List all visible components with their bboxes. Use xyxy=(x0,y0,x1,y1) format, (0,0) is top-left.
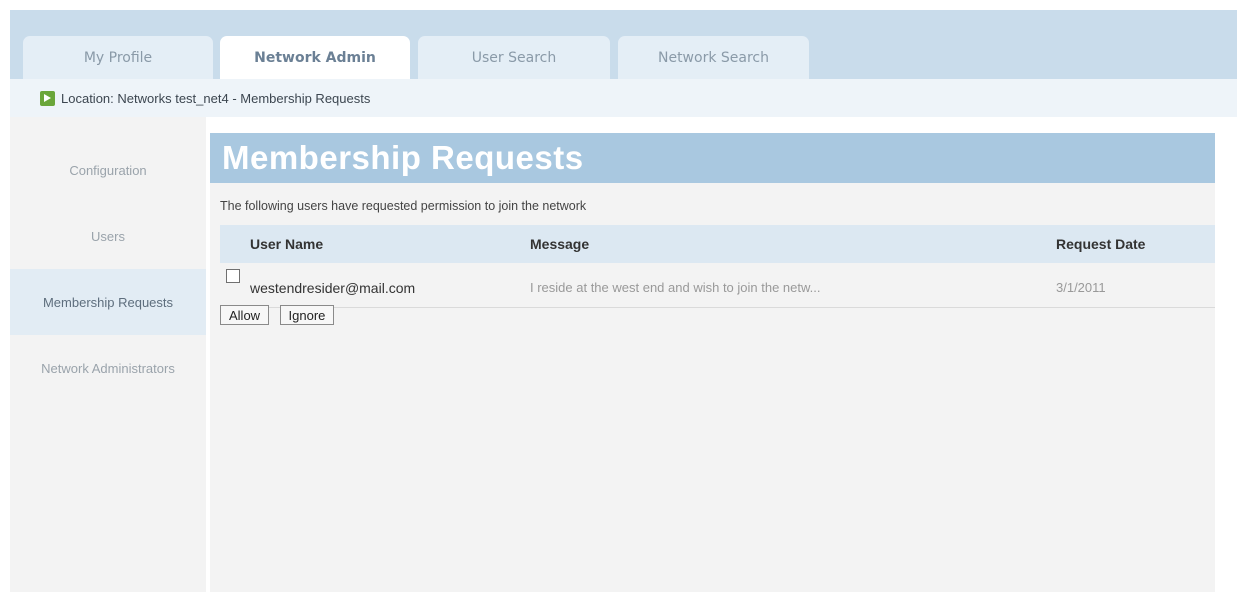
ignore-button[interactable]: Ignore xyxy=(279,305,335,325)
page-title: Membership Requests xyxy=(210,133,1215,183)
sidebar-item-network-administrators[interactable]: Network Administrators xyxy=(10,335,206,401)
row-user-name: westendresider@mail.com xyxy=(250,280,416,296)
location-arrow-icon xyxy=(40,90,55,106)
row-message: I reside at the west end and wish to joi… xyxy=(530,280,821,295)
breadcrumb-network-name[interactable]: test_net4 xyxy=(175,91,229,106)
action-buttons: Allow Ignore xyxy=(220,305,340,325)
row-request-date: 3/1/2011 xyxy=(1056,280,1106,295)
breadcrumb-networks[interactable]: Networks xyxy=(117,91,171,106)
column-header-request-date[interactable]: Request Date xyxy=(1056,225,1145,263)
breadcrumb: Location: Networks test_net4 - Membershi… xyxy=(10,79,1237,117)
tab-user-search[interactable]: User Search xyxy=(418,36,610,79)
main-content: Membership Requests The following users … xyxy=(206,117,1237,592)
breadcrumb-separator: - xyxy=(232,90,237,106)
breadcrumb-current-page: Membership Requests xyxy=(240,90,371,106)
sidebar-item-users[interactable]: Users xyxy=(10,203,206,269)
content-panel: Membership Requests The following users … xyxy=(210,133,1215,592)
tab-my-profile[interactable]: My Profile xyxy=(23,36,213,79)
table-row: westendresider@mail.com I reside at the … xyxy=(220,269,1215,308)
tab-network-admin[interactable]: Network Admin xyxy=(220,36,410,79)
tab-network-search[interactable]: Network Search xyxy=(618,36,809,79)
sidebar: Configuration Users Membership Requests … xyxy=(10,117,206,592)
column-header-message[interactable]: Message xyxy=(530,225,589,263)
table-header: User Name Message Request Date xyxy=(220,225,1215,263)
intro-text: The following users have requested permi… xyxy=(220,199,587,213)
row-select-checkbox[interactable] xyxy=(226,269,240,283)
column-header-user-name[interactable]: User Name xyxy=(250,225,323,263)
sidebar-item-membership-requests[interactable]: Membership Requests xyxy=(10,269,206,335)
tab-bar: My Profile Network Admin User Search Net… xyxy=(10,10,1237,79)
location-prefix: Location: xyxy=(61,90,114,106)
allow-button[interactable]: Allow xyxy=(220,305,270,325)
sidebar-item-configuration[interactable]: Configuration xyxy=(10,137,206,203)
